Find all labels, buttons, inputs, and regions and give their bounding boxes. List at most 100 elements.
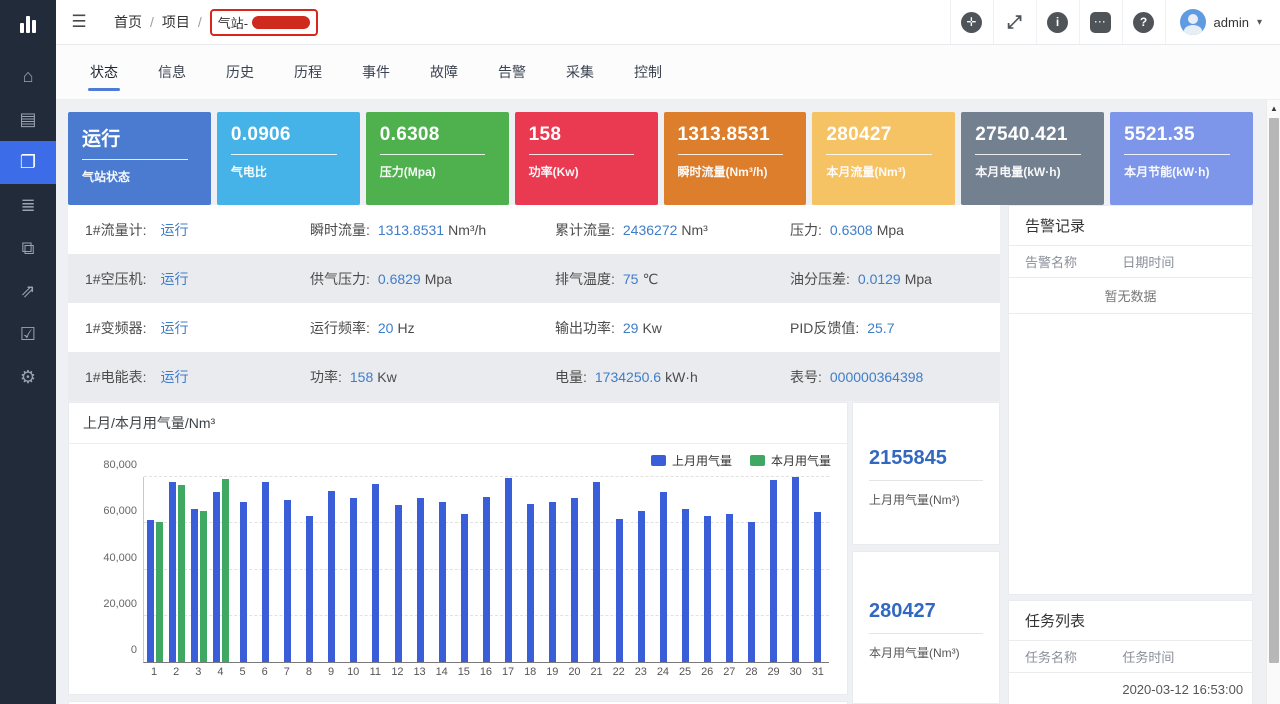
- scroll-up-arrow[interactable]: ▲: [1269, 104, 1279, 114]
- stat-card-label: 功率(Kw): [529, 163, 644, 180]
- breadcrumb-home[interactable]: 首页: [114, 12, 142, 32]
- theme-icon[interactable]: ✛: [950, 0, 993, 44]
- bar-group-day-3[interactable]: [188, 477, 210, 662]
- bar-group-day-10[interactable]: [343, 477, 365, 662]
- stat-card[interactable]: 运行气站状态: [68, 112, 211, 205]
- device-name-cell: 1#变频器: 运行: [85, 318, 310, 338]
- bar-group-day-1[interactable]: [144, 477, 166, 662]
- task-row[interactable]: 2020-03-12 16:53:00: [1009, 673, 1252, 704]
- stat-card[interactable]: 280427本月流量(Nm³): [812, 112, 955, 205]
- device-name: 1#电能表:: [85, 369, 146, 385]
- sidebar-item-trend[interactable]: ⇗: [0, 270, 56, 313]
- sidebar-item-inspect[interactable]: ☑: [0, 313, 56, 356]
- bar-group-day-29[interactable]: [763, 477, 785, 662]
- stat-card[interactable]: 0.0906气电比: [217, 112, 360, 205]
- tab-2[interactable]: 信息: [156, 45, 188, 99]
- stat-card-value: 5521.35: [1124, 124, 1239, 146]
- tab-1[interactable]: 状态: [88, 45, 120, 99]
- bar-group-day-19[interactable]: [542, 477, 564, 662]
- bar-group-day-15[interactable]: [453, 477, 475, 662]
- stat-card-value: 280427: [826, 124, 941, 146]
- user-menu[interactable]: admin▾: [1165, 0, 1280, 44]
- device-status-link[interactable]: 运行: [160, 369, 188, 385]
- bar-group-day-5[interactable]: [232, 477, 254, 662]
- bar-group-day-23[interactable]: [630, 477, 652, 662]
- stat-card[interactable]: 158功率(Kw): [515, 112, 658, 205]
- device-field: 累计流量:2436272Nm³: [555, 220, 790, 240]
- bar-group-day-21[interactable]: [586, 477, 608, 662]
- app-logo[interactable]: [0, 0, 56, 45]
- bar-group-day-18[interactable]: [520, 477, 542, 662]
- bar-group-day-31[interactable]: [807, 477, 829, 662]
- field-unit: Mpa: [905, 271, 932, 287]
- tab-7[interactable]: 告警: [496, 45, 528, 99]
- device-status-link[interactable]: 运行: [160, 320, 188, 336]
- page-scrollbar[interactable]: ▲: [1266, 100, 1280, 704]
- bar-group-day-20[interactable]: [564, 477, 586, 662]
- legend-item-本月用气量[interactable]: 本月用气量: [750, 452, 831, 469]
- bar-group-day-26[interactable]: [696, 477, 718, 662]
- stat-card[interactable]: 27540.421本月电量(kW·h): [961, 112, 1104, 205]
- field-unit: Mpa: [877, 222, 904, 238]
- x-tick-label: 27: [718, 666, 740, 678]
- bar-group-day-4[interactable]: [210, 477, 232, 662]
- bar-group-day-28[interactable]: [741, 477, 763, 662]
- tab-3[interactable]: 历史: [224, 45, 256, 99]
- stat-card-value: 0.0906: [231, 124, 346, 146]
- x-tick-label: 25: [674, 666, 696, 678]
- fullscreen-icon: ⤢: [1007, 12, 1021, 33]
- field-value: 1734250.6: [595, 369, 661, 385]
- field-value: 0.6308: [830, 222, 873, 238]
- x-tick-label: 19: [541, 666, 563, 678]
- bar-本月用气量: [200, 511, 207, 662]
- tab-5[interactable]: 事件: [360, 45, 392, 99]
- device-name: 1#变频器:: [85, 320, 146, 336]
- device-status-link[interactable]: 运行: [160, 271, 188, 287]
- bar-group-day-8[interactable]: [299, 477, 321, 662]
- stat-card-divider: [231, 154, 337, 155]
- bar-group-day-17[interactable]: [498, 477, 520, 662]
- message-icon[interactable]: ···: [1079, 0, 1122, 44]
- collapse-menu-icon[interactable]: ☰: [56, 0, 102, 44]
- field-label: 累计流量:: [555, 222, 615, 238]
- tab-6[interactable]: 故障: [428, 45, 460, 99]
- bar-group-day-9[interactable]: [321, 477, 343, 662]
- x-tick-label: 13: [409, 666, 431, 678]
- bar-group-day-30[interactable]: [785, 477, 807, 662]
- breadcrumb-project[interactable]: 项目: [162, 12, 190, 32]
- bar-group-day-2[interactable]: [166, 477, 188, 662]
- stat-card[interactable]: 5521.35本月节能(kW·h): [1110, 112, 1253, 205]
- scrollbar-thumb[interactable]: [1269, 118, 1279, 663]
- tab-9[interactable]: 控制: [632, 45, 664, 99]
- bar-group-day-12[interactable]: [387, 477, 409, 662]
- device-field: PID反馈值:25.7: [790, 318, 1000, 338]
- bar-group-day-13[interactable]: [409, 477, 431, 662]
- avatar-head: [1188, 14, 1198, 24]
- bar-group-day-25[interactable]: [674, 477, 696, 662]
- tab-8[interactable]: 采集: [564, 45, 596, 99]
- bar-group-day-16[interactable]: [475, 477, 497, 662]
- sidebar-item-report[interactable]: ▤: [0, 98, 56, 141]
- sidebar-item-settings[interactable]: ⚙: [0, 356, 56, 399]
- info-icon[interactable]: i: [1036, 0, 1079, 44]
- tab-4[interactable]: 历程: [292, 45, 324, 99]
- bar-group-day-22[interactable]: [608, 477, 630, 662]
- device-status-link[interactable]: 运行: [160, 222, 188, 238]
- stat-card[interactable]: 1313.8531瞬时流量(Nm³/h): [664, 112, 807, 205]
- sidebar-item-pages[interactable]: ⧉: [0, 227, 56, 270]
- bar-group-day-11[interactable]: [365, 477, 387, 662]
- bar-group-day-7[interactable]: [277, 477, 299, 662]
- fullscreen-icon[interactable]: ⤢: [993, 0, 1036, 44]
- stat-card[interactable]: 0.6308压力(Mpa): [366, 112, 509, 205]
- sidebar-item-device-list[interactable]: ≣: [0, 184, 56, 227]
- bar-group-day-14[interactable]: [431, 477, 453, 662]
- sidebar-item-home[interactable]: ⌂: [0, 55, 56, 98]
- sidebar-item-screens[interactable]: ❐: [0, 141, 56, 184]
- bar-group-day-27[interactable]: [718, 477, 740, 662]
- legend-label: 本月用气量: [771, 452, 831, 469]
- help-icon[interactable]: ?: [1122, 0, 1165, 44]
- device-name: 1#流量计:: [85, 222, 146, 238]
- bar-group-day-24[interactable]: [652, 477, 674, 662]
- bar-group-day-6[interactable]: [254, 477, 276, 662]
- legend-item-上月用气量[interactable]: 上月用气量: [651, 452, 732, 469]
